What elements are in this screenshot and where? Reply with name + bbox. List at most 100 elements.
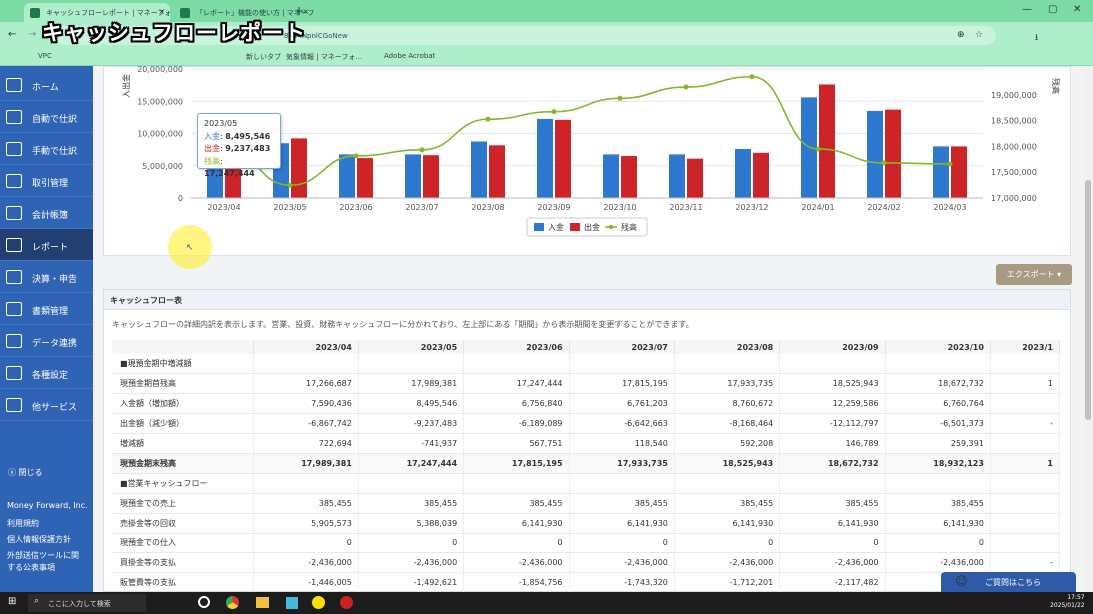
footer-privacy-link[interactable]: 個人情報保護方針 xyxy=(7,534,71,546)
new-tab-icon[interactable]: + xyxy=(294,4,304,18)
x-tick-label: 2023/11 xyxy=(669,203,702,212)
bar-out xyxy=(819,84,835,198)
table-cell xyxy=(990,473,1061,494)
x-tick-label: 2023/06 xyxy=(339,203,372,212)
bar-in xyxy=(405,154,421,198)
y-tick-label: 15,000,000 xyxy=(137,97,183,106)
export-button[interactable]: エクスポート ▾ xyxy=(996,264,1072,285)
y2-tick-label: 17,500,000 xyxy=(991,168,1037,177)
chart-tooltip: 2023/05 入金: 8,495,546 出金: 9,237,483 残高: … xyxy=(197,113,281,178)
table-row: ■営業キャッシュフロー xyxy=(112,473,1061,494)
bookmark-star-icon[interactable]: ☆ xyxy=(975,30,983,40)
table-cell: 17,989,381 xyxy=(358,373,465,395)
table-header-cell: 2023/09 xyxy=(779,340,886,354)
y2-tick-label: 18,000,000 xyxy=(991,142,1037,151)
tooltip-title: 2023/05 xyxy=(204,119,238,128)
x-tick-label: 2023/10 xyxy=(603,203,636,212)
table-cell xyxy=(885,473,991,494)
table-cell: -1,712,201 xyxy=(674,572,781,594)
footer-external-link-2[interactable]: する公表事項 xyxy=(7,562,55,574)
table-cell xyxy=(358,354,465,375)
close-sidebar-button[interactable]: ⓧ 閉じる xyxy=(8,467,43,478)
table-cell: 17,266,687 xyxy=(253,373,359,395)
table-cell: 17,247,444 xyxy=(358,452,465,474)
sidebar-item-2[interactable]: 手動で仕訳 xyxy=(0,133,93,165)
sidebar-item-1[interactable]: 自動で仕訳 xyxy=(0,101,93,133)
report-icon xyxy=(6,238,22,252)
maximize-icon[interactable]: ▢ xyxy=(1048,4,1057,15)
row-label: ■現預金期中増減額 xyxy=(112,354,254,375)
table-cell: -2,436,000 xyxy=(463,552,570,574)
x-tick-label: 2024/01 xyxy=(801,203,834,212)
zoom-icon[interactable]: ⊕ xyxy=(957,30,965,40)
y2-tick-label: 17,000,000 xyxy=(991,194,1037,203)
minimize-icon[interactable]: — xyxy=(1022,4,1032,15)
scrollbar-thumb[interactable] xyxy=(1085,180,1091,420)
row-label: 売掛金等の回収 xyxy=(112,513,254,534)
back-icon[interactable]: ← xyxy=(8,29,16,40)
sidebar-item-9[interactable]: 各種設定 xyxy=(0,357,93,389)
table-cell xyxy=(990,393,1061,415)
sidebar-item-6[interactable]: 決算・申告 xyxy=(0,261,93,293)
recorder-icon[interactable] xyxy=(340,596,353,609)
table-cell: -2,436,000 xyxy=(358,552,465,574)
cashflow-table-title: キャッシュフロー表 xyxy=(104,290,1070,310)
table-cell: -8,168,464 xyxy=(674,413,781,435)
table-row: 入金額（増加額） 7,590,436 8,495,546 6,756,840 6,761… xyxy=(112,393,1061,415)
sidebar-item-5[interactable]: レポート xyxy=(0,229,93,261)
table-row: 現預金期首残高 17,266,687 17,989,381 17,247,444 17,… xyxy=(112,373,1061,395)
row-label: 販管費等の支払 xyxy=(112,572,254,594)
table-cell: -2,436,000 xyxy=(674,552,781,574)
table-row: 出金額（減少額） -6,867,742 -9,237,483 -6,189,089 -6… xyxy=(112,413,1061,435)
tooltip-out: 出金: 9,237,483 xyxy=(204,144,271,153)
bookmark-weather[interactable]: 気象情報 | マネーフォ... xyxy=(286,52,362,62)
taskbar-search-input[interactable]: ここに入力して検索 xyxy=(28,594,146,612)
bar-in xyxy=(933,146,949,198)
explorer-icon[interactable] xyxy=(256,597,269,608)
table-cell xyxy=(253,354,359,375)
app-icon[interactable] xyxy=(286,597,298,609)
chrome-icon[interactable] xyxy=(226,596,239,609)
sidebar-item-8[interactable]: データ連携 xyxy=(0,325,93,357)
table-cell: 12,259,586 xyxy=(779,393,886,415)
sidebar-item-label: 他サービス xyxy=(32,403,78,413)
download-icon[interactable]: ⭳ xyxy=(1035,30,1038,46)
table-cell xyxy=(990,493,1061,514)
row-label: ■営業キャッシュフロー xyxy=(112,473,254,494)
close-tab-icon[interactable]: × xyxy=(158,7,165,16)
bookmark-new-tab[interactable]: 新しいタブ xyxy=(246,52,281,62)
close-window-icon[interactable]: ✕ xyxy=(1073,4,1081,15)
sidebar-item-3[interactable]: 取引管理 xyxy=(0,165,93,197)
sidebar-item-4[interactable]: 会計帳簿 xyxy=(0,197,93,229)
x-tick-label: 2023/05 xyxy=(273,203,306,212)
bar-out xyxy=(357,158,373,198)
table-cell: 0 xyxy=(569,533,675,554)
table-cell: -1,854,756 xyxy=(463,572,570,594)
table-cell xyxy=(569,354,675,375)
bar-in xyxy=(867,110,883,198)
forward-icon[interactable]: → xyxy=(28,29,36,40)
sidebar-item-0[interactable]: ホーム xyxy=(0,69,93,101)
table-cell: -2,436,000 xyxy=(779,552,886,574)
windows-start-icon[interactable]: ⊞ xyxy=(8,596,16,607)
row-label: 現預金での売上 xyxy=(112,493,254,514)
table-cell: -2,436,000 xyxy=(253,552,359,574)
bookmark-vpc[interactable]: VPC xyxy=(38,52,52,60)
x-tick-label: 2024/03 xyxy=(933,203,966,212)
table-cell: 385,455 xyxy=(253,493,359,514)
footer-external-link[interactable]: 外部送信ツールに関 xyxy=(7,550,79,562)
bar-out xyxy=(555,119,571,198)
table-cell: -9,237,483 xyxy=(358,413,465,435)
table-cell: 567,751 xyxy=(463,433,570,454)
sidebar-item-10[interactable]: 他サービス xyxy=(0,389,93,421)
app-yellow-icon[interactable] xyxy=(312,596,325,609)
table-cell: 6,141,930 xyxy=(463,513,570,534)
sidebar-item-7[interactable]: 書類管理 xyxy=(0,293,93,325)
task-view-icon[interactable] xyxy=(198,596,210,608)
table-row: 買掛金等の支払 -2,436,000 -2,436,000 -2,436,000 -2,… xyxy=(112,552,1061,574)
table-cell: 146,789 xyxy=(779,433,886,454)
table-cell: 17,815,195 xyxy=(463,452,570,474)
sidebar-item-label: 決算・申告 xyxy=(32,275,78,285)
bookmark-acrobat[interactable]: Adobe Acrobat xyxy=(384,52,435,60)
footer-terms-link[interactable]: 利用規約 xyxy=(7,518,39,530)
